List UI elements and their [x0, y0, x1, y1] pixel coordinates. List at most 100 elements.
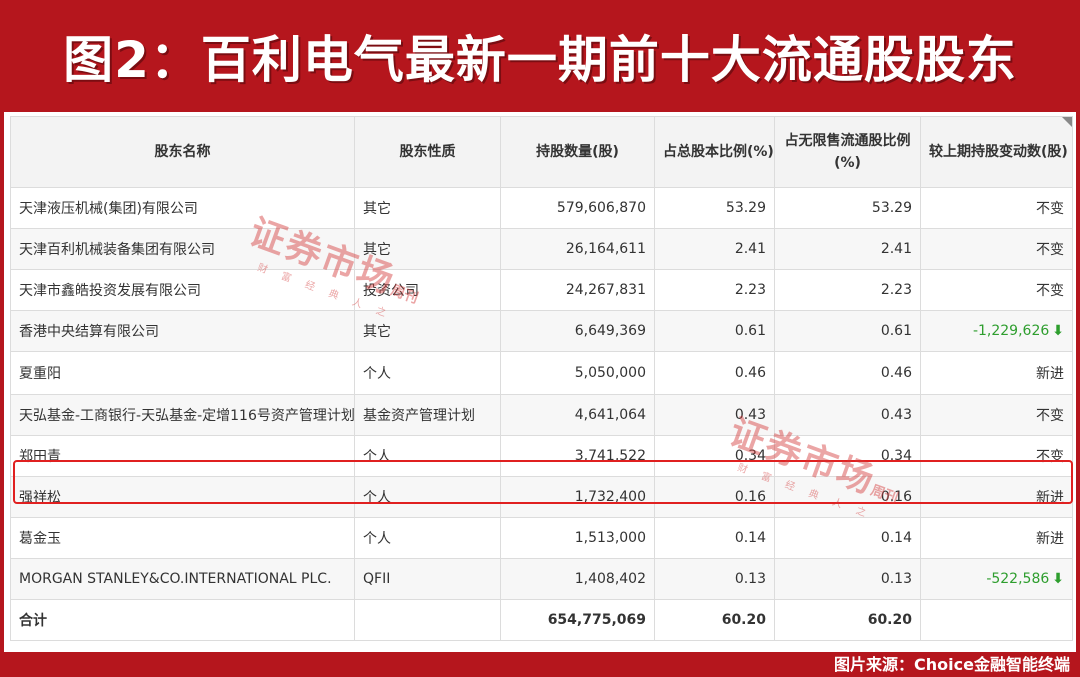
column-header-pct-float-line1: 占无限售流通股比例 — [784, 133, 911, 149]
pct-total-cell: 53.29 — [654, 187, 775, 229]
pct-total-cell: 0.14 — [654, 517, 775, 559]
shareholder-type-cell: 个人 — [354, 435, 501, 477]
table-row: 天津百利机械装备集团有限公司 其它 26,164,611 2.41 2.41 不变 — [10, 228, 1073, 270]
pct-float-cell: 2.41 — [774, 228, 921, 270]
change-cell: 不变 — [920, 435, 1073, 477]
change-cell: 不变 — [920, 394, 1073, 436]
change-cell: 新进 — [920, 351, 1073, 395]
change-value: 新进 — [1036, 366, 1064, 382]
change-cell: 新进 — [920, 517, 1073, 559]
shareholders-table: 股东名称 股东性质 持股数量(股) 占总股本比例(%) 占无限售流通股比例 (%… — [10, 116, 1073, 641]
total-shares-cell: 654,775,069 — [500, 599, 655, 641]
shareholder-type-cell: 投资公司 — [354, 269, 501, 311]
pct-total-cell: 0.34 — [654, 435, 775, 477]
table-row: 天津液压机械(集团)有限公司 其它 579,606,870 53.29 53.29 不变 — [10, 187, 1073, 229]
column-header-shares: 持股数量(股) — [500, 116, 655, 188]
table-row: 强祥松 个人 1,732,400 0.16 0.16 新进 — [10, 476, 1073, 518]
shares-cell: 3,741,522 — [500, 435, 655, 477]
column-header-pct-total: 占总股本比例(%) — [654, 116, 775, 188]
shareholder-type-cell: QFII — [354, 558, 501, 600]
pct-total-cell: 0.16 — [654, 476, 775, 518]
header-banner: 图2：百利电气最新一期前十大流通股股东 — [0, 0, 1080, 112]
shares-cell: 5,050,000 — [500, 351, 655, 395]
table-row: 香港中央结算有限公司 其它 6,649,369 0.61 0.61 -1,229,626 ⬇ — [10, 310, 1073, 352]
pct-total-cell: 0.43 — [654, 394, 775, 436]
change-cell: 不变 — [920, 228, 1073, 270]
pct-float-cell: 0.14 — [774, 517, 921, 559]
shareholder-name-cell: 郑田青 — [10, 435, 355, 477]
column-header-type: 股东性质 — [354, 116, 501, 188]
pct-total-cell: 2.41 — [654, 228, 775, 270]
pct-float-cell: 0.16 — [774, 476, 921, 518]
pct-float-cell: 0.13 — [774, 558, 921, 600]
table-row: 葛金玉 个人 1,513,000 0.14 0.14 新进 — [10, 517, 1073, 559]
change-cell: -522,586 ⬇ — [920, 558, 1073, 600]
pct-float-cell: 0.61 — [774, 310, 921, 352]
pct-total-cell: 0.61 — [654, 310, 775, 352]
shareholder-name-cell: 夏重阳 — [10, 351, 355, 395]
shareholder-type-cell: 其它 — [354, 187, 501, 229]
shares-cell: 24,267,831 — [500, 269, 655, 311]
table-row: 天津市鑫皓投资发展有限公司 投资公司 24,267,831 2.23 2.23 不变 — [10, 269, 1073, 311]
change-value: 不变 — [1036, 242, 1064, 258]
change-value: 不变 — [1036, 449, 1064, 465]
pct-float-cell: 0.46 — [774, 351, 921, 395]
table-row: 天弘基金-工商银行-天弘基金-定增116号资产管理计划 基金资产管理计划 4,641… — [10, 394, 1073, 436]
change-value: 不变 — [1036, 283, 1064, 299]
shares-cell: 1,732,400 — [500, 476, 655, 518]
shareholder-name-cell: 香港中央结算有限公司 — [10, 310, 355, 352]
total-type-cell — [354, 599, 501, 641]
change-value: 不变 — [1036, 408, 1064, 424]
shareholder-type-cell: 个人 — [354, 476, 501, 518]
table-card: 股东名称 股东性质 持股数量(股) 占总股本比例(%) 占无限售流通股比例 (%… — [4, 112, 1076, 652]
page-title: 图2：百利电气最新一期前十大流通股股东 — [63, 31, 1017, 89]
down-arrow-icon: ⬇ — [1052, 571, 1064, 587]
shareholder-name-cell: 葛金玉 — [10, 517, 355, 559]
pct-float-cell: 0.34 — [774, 435, 921, 477]
pct-float-cell: 0.43 — [774, 394, 921, 436]
change-value: -522,586 — [986, 571, 1050, 587]
shares-cell: 6,649,369 — [500, 310, 655, 352]
total-pct-total-cell: 60.20 — [654, 599, 775, 641]
change-value: 不变 — [1036, 201, 1064, 217]
pct-float-cell: 2.23 — [774, 269, 921, 311]
change-value: -1,229,626 — [972, 323, 1050, 339]
shareholder-type-cell: 其它 — [354, 310, 501, 352]
shareholder-name-cell: 天津百利机械装备集团有限公司 — [10, 228, 355, 270]
shareholder-type-cell: 个人 — [354, 517, 501, 559]
pct-total-cell: 0.13 — [654, 558, 775, 600]
shareholder-type-cell: 基金资产管理计划 — [354, 394, 501, 436]
shares-cell: 26,164,611 — [500, 228, 655, 270]
pct-total-cell: 2.23 — [654, 269, 775, 311]
change-value: 新进 — [1036, 531, 1064, 547]
down-arrow-icon: ⬇ — [1052, 323, 1064, 339]
shareholder-name-cell: 天津市鑫皓投资发展有限公司 — [10, 269, 355, 311]
shareholder-name-cell: 天津液压机械(集团)有限公司 — [10, 187, 355, 229]
shareholder-type-cell: 其它 — [354, 228, 501, 270]
column-header-pct-float-line2: (%) — [834, 155, 861, 171]
source-caption: 图片来源：Choice金融智能终端 — [834, 655, 1070, 674]
shares-cell: 579,606,870 — [500, 187, 655, 229]
shareholder-type-cell: 个人 — [354, 351, 501, 395]
table-total-row: 合计 654,775,069 60.20 60.20 — [10, 599, 1073, 641]
pct-float-cell: 53.29 — [774, 187, 921, 229]
shareholder-name-cell: 天弘基金-工商银行-天弘基金-定增116号资产管理计划 — [10, 394, 355, 436]
column-header-pct-float: 占无限售流通股比例 (%) — [774, 116, 921, 188]
table-row: MORGAN STANLEY&CO.INTERNATIONAL PLC. QFII… — [10, 558, 1073, 600]
shares-cell: 1,408,402 — [500, 558, 655, 600]
shareholder-name-cell: 强祥松 — [10, 476, 355, 518]
change-cell: -1,229,626 ⬇ — [920, 310, 1073, 352]
shareholder-name-cell: MORGAN STANLEY&CO.INTERNATIONAL PLC. — [10, 558, 355, 600]
shares-cell: 1,513,000 — [500, 517, 655, 559]
table-row: 郑田青 个人 3,741,522 0.34 0.34 不变 — [10, 435, 1073, 477]
total-change-cell — [920, 599, 1073, 641]
change-cell: 新进 — [920, 476, 1073, 518]
table-row: 夏重阳 个人 5,050,000 0.46 0.46 新进 — [10, 351, 1073, 395]
change-value: 新进 — [1036, 490, 1064, 506]
column-header-change[interactable]: 较上期持股变动数(股) — [920, 116, 1073, 188]
column-header-name: 股东名称 — [10, 116, 355, 188]
pct-total-cell: 0.46 — [654, 351, 775, 395]
shares-cell: 4,641,064 — [500, 394, 655, 436]
change-cell: 不变 — [920, 187, 1073, 229]
total-pct-float-cell: 60.20 — [774, 599, 921, 641]
